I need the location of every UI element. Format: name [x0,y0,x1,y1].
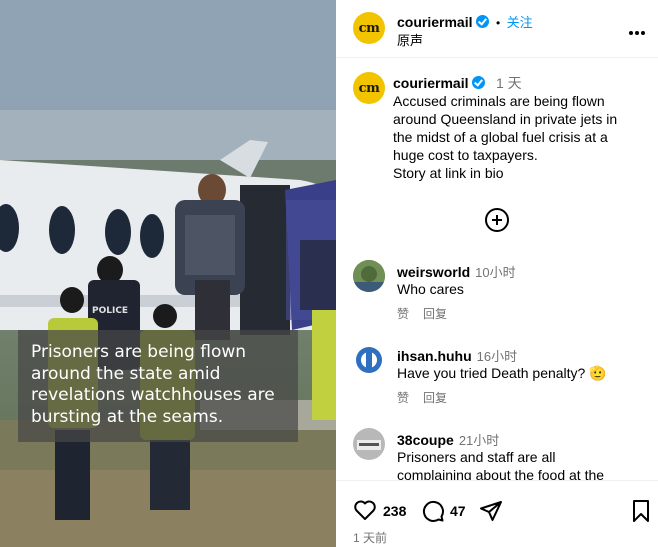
comment-text: Have you tried Death penalty? 🫡 [397,365,607,381]
overlay-line: revelations watchhouses are [31,385,275,405]
police-badge-text: POLICE [92,306,129,316]
comment-text-line: Prisoners and staff are all [397,449,556,465]
share-icon[interactable] [479,499,503,528]
like-comment-button[interactable]: 赞 [397,391,409,405]
overlay-line: bursting at the seams. [31,406,224,427]
verified-badge-icon [472,76,486,89]
comment-time[interactable]: 16小时 [477,349,517,364]
comment-icon[interactable] [421,499,445,528]
comment-actions: 赞回复 [397,389,461,406]
caption-avatar[interactable]: cm [353,72,385,104]
comment-header: weirsworld 10小时 [397,262,516,281]
comment-username[interactable]: ihsan.huhu [397,348,472,364]
like-count[interactable]: 238 [383,503,406,519]
overlay-line: Prisoners are being flown [31,342,247,362]
comment-text: Who cares [397,281,464,297]
heart-icon[interactable] [353,499,377,526]
load-more-comments-plus-icon[interactable] [485,208,509,232]
avatar-image [353,260,385,292]
separator-dot: • [495,16,501,30]
comment-time[interactable]: 21小时 [459,433,499,448]
action-bar: 238 47 1 天前 [336,480,658,547]
comment-header: 38coupe 21小时 [397,430,499,449]
caption-line: the midst of a global fuel crisis at a [393,129,608,145]
more-dots-svg [629,31,645,35]
caption-line: around Queensland in private jets in [393,111,618,127]
bookmark-svg [633,500,649,522]
bookmark-icon[interactable] [632,499,650,528]
comment-avatar[interactable] [353,260,385,292]
avatar-image [353,428,385,460]
comment-header: ihsan.huhu 16小时 [397,346,517,365]
post-sidebar: cm couriermail • 关注 原声 cm couriermail 1 … [336,0,658,547]
comment-count[interactable]: 47 [450,503,466,519]
overlay-line: around the state amid [31,363,221,384]
follow-button[interactable]: 关注 [507,15,533,30]
audio-label[interactable]: 原声 [397,30,423,49]
caption-avatar-logo-text: cm [358,80,380,96]
caption-username[interactable]: couriermail [393,75,468,91]
media-photo [0,0,336,547]
caption-line: Accused criminals are being flown [393,93,605,109]
comment-avatar[interactable] [353,428,385,460]
avatar-image [353,344,385,376]
more-horizontal-icon[interactable] [628,20,646,41]
share-svg [480,501,502,521]
caption-line: Story at link in bio [393,165,504,181]
caption-text: Accused criminals are being flown around… [393,92,653,182]
caption-line: huge cost to taxpayers. [393,147,538,163]
header-username[interactable]: couriermail [397,14,472,30]
reply-button[interactable]: 回复 [423,307,447,321]
comment-time[interactable]: 10小时 [475,265,515,280]
comment-avatar[interactable] [353,344,385,376]
like-comment-button[interactable]: 赞 [397,307,409,321]
post-media[interactable]: Prisoners are being flown around the sta… [0,0,336,547]
comment-username[interactable]: 38coupe [397,432,454,448]
header-title-row: couriermail • 关注 [397,12,533,32]
comment-username[interactable]: weirsworld [397,264,470,280]
caption-time[interactable]: 1 天 [496,75,522,91]
post-header: cm couriermail • 关注 原声 [336,0,658,58]
comment-actions: 赞回复 [397,305,461,322]
media-caption-overlay: Prisoners are being flown around the sta… [18,330,298,442]
comment-text: Prisoners and staff are all complaining … [397,448,647,484]
avatar-logo-text: cm [358,20,380,36]
reply-button[interactable]: 回复 [423,391,447,405]
comment-bubble-svg [422,500,444,522]
post-date[interactable]: 1 天前 [353,529,387,546]
verified-badge-icon [476,15,490,28]
heart-svg [354,500,376,520]
caption-title-row: couriermail 1 天 [393,73,522,93]
avatar[interactable]: cm [353,12,385,44]
